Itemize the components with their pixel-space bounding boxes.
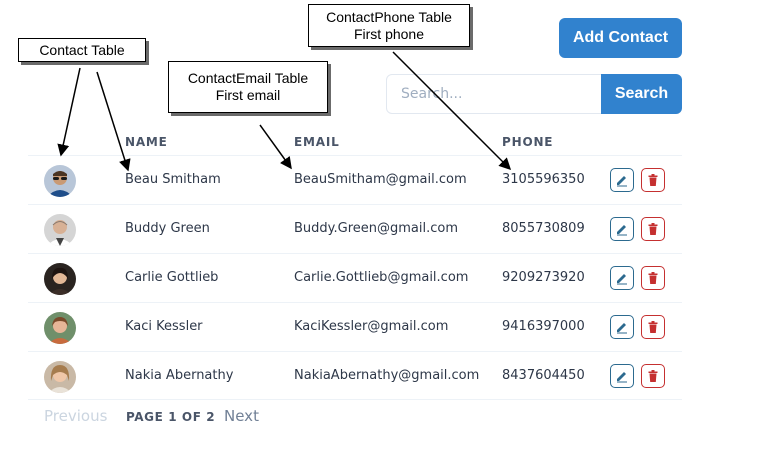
contact-name: Carlie Gottlieb bbox=[125, 270, 219, 285]
annotation-contact-phone: ContactPhone Table First phone bbox=[308, 4, 470, 47]
table-row: Beau Smitham BeauSmitham@gmail.com 31055… bbox=[28, 155, 682, 204]
annotation-text: First email bbox=[215, 87, 281, 103]
annotation-arrow bbox=[57, 67, 81, 157]
trash-icon bbox=[648, 223, 658, 235]
contact-phone: 8437604450 bbox=[502, 368, 585, 383]
column-header-name: NAME bbox=[125, 135, 168, 149]
pencil-icon bbox=[617, 372, 627, 383]
table-row: Buddy Green Buddy.Green@gmail.com 805573… bbox=[28, 204, 682, 253]
edit-button[interactable] bbox=[610, 266, 634, 290]
delete-button[interactable] bbox=[641, 217, 665, 241]
trash-icon bbox=[648, 321, 658, 333]
annotation-text: ContactEmail Table bbox=[187, 70, 309, 86]
delete-button[interactable] bbox=[641, 168, 665, 192]
column-header-email: EMAIL bbox=[294, 135, 340, 149]
trash-icon bbox=[648, 272, 658, 284]
avatar bbox=[44, 214, 76, 246]
edit-button[interactable] bbox=[610, 315, 634, 339]
pencil-icon bbox=[617, 323, 627, 334]
contact-phone: 8055730809 bbox=[502, 221, 585, 236]
contact-name: Beau Smitham bbox=[125, 172, 221, 187]
table-row: Carlie Gottlieb Carlie.Gottlieb@gmail.co… bbox=[28, 253, 682, 302]
search-input[interactable] bbox=[386, 74, 602, 114]
delete-button[interactable] bbox=[641, 266, 665, 290]
avatar bbox=[44, 361, 76, 393]
annotation-text: ContactPhone Table bbox=[326, 8, 452, 25]
edit-button[interactable] bbox=[610, 217, 634, 241]
pencil-icon bbox=[617, 225, 627, 236]
search-button[interactable]: Search bbox=[601, 74, 682, 114]
edit-button[interactable] bbox=[610, 168, 634, 192]
table-bottom-border bbox=[28, 399, 682, 400]
avatar bbox=[44, 165, 76, 197]
pencil-icon bbox=[617, 176, 627, 187]
trash-icon bbox=[648, 174, 658, 186]
contact-phone: 9209273920 bbox=[502, 270, 585, 285]
column-header-phone: PHONE bbox=[502, 135, 554, 149]
contact-name: Buddy Green bbox=[125, 221, 210, 236]
contact-email: Buddy.Green@gmail.com bbox=[294, 221, 459, 236]
trash-icon bbox=[648, 370, 658, 382]
annotation-contact-table: Contact Table bbox=[18, 38, 146, 62]
avatar bbox=[44, 263, 76, 295]
annotation-contact-email: ContactEmail Table First email bbox=[168, 61, 328, 113]
contact-phone: 9416397000 bbox=[502, 319, 585, 334]
contact-email: NakiaAbernathy@gmail.com bbox=[294, 368, 480, 383]
table-row: Nakia Abernathy NakiaAbernathy@gmail.com… bbox=[28, 351, 682, 400]
contact-phone: 3105596350 bbox=[502, 172, 585, 187]
delete-button[interactable] bbox=[641, 315, 665, 339]
pencil-icon bbox=[617, 274, 627, 285]
annotation-text: Contact Table bbox=[39, 41, 125, 58]
table-row: Kaci Kessler KaciKessler@gmail.com 94163… bbox=[28, 302, 682, 351]
contact-name: Kaci Kessler bbox=[125, 319, 203, 334]
contact-email: BeauSmitham@gmail.com bbox=[294, 172, 467, 187]
next-page-button[interactable]: Next bbox=[224, 407, 259, 425]
add-contact-button[interactable]: Add Contact bbox=[559, 18, 682, 58]
contact-name: Nakia Abernathy bbox=[125, 368, 234, 383]
page-indicator: PAGE 1 OF 2 bbox=[126, 410, 216, 424]
edit-button[interactable] bbox=[610, 364, 634, 388]
previous-page-button[interactable]: Previous bbox=[44, 407, 107, 425]
contact-email: Carlie.Gottlieb@gmail.com bbox=[294, 270, 469, 285]
annotation-text: First phone bbox=[353, 25, 425, 42]
delete-button[interactable] bbox=[641, 364, 665, 388]
contact-email: KaciKessler@gmail.com bbox=[294, 319, 449, 334]
avatar bbox=[44, 312, 76, 344]
